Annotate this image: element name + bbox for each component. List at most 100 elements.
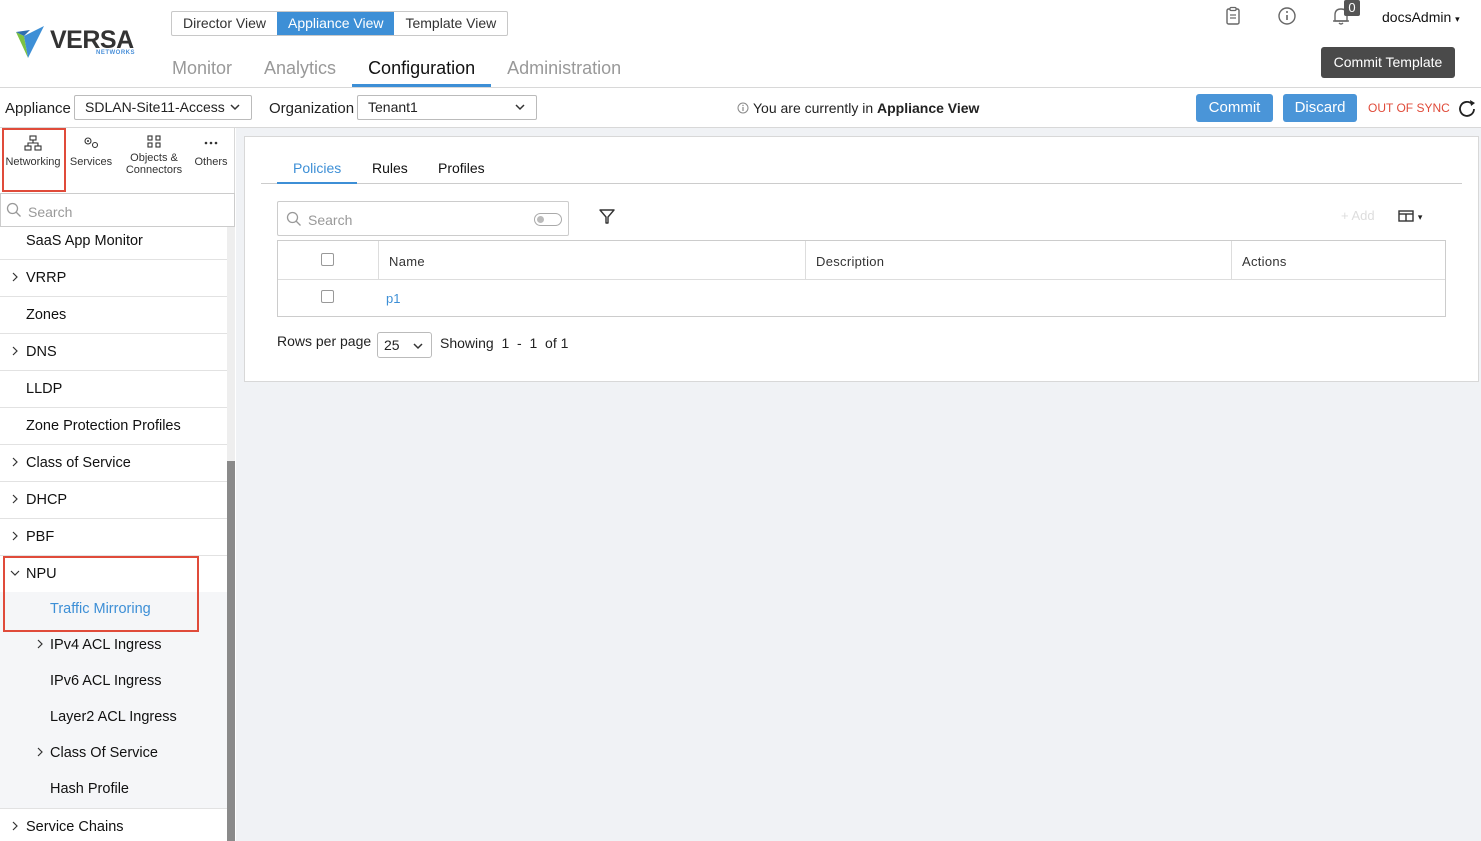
left-panel: Networking Services Objects & Connectors [0, 128, 235, 841]
search-toggle[interactable] [534, 213, 562, 226]
tree-item-saas-app-monitor[interactable]: SaaS App Monitor [0, 227, 227, 260]
more-dots-icon [204, 141, 218, 145]
filter-icon[interactable] [598, 208, 616, 226]
policies-search-placeholder: Search [308, 212, 353, 228]
logo-subtext: NETWORKS [96, 50, 135, 56]
policy-name-link[interactable]: p1 [386, 291, 400, 306]
view-info-message: You are currently in Appliance View [737, 100, 979, 116]
tree-item-layer2-acl-ingress[interactable]: Layer2 ACL Ingress [0, 700, 227, 736]
chevron-down-icon [413, 343, 423, 350]
left-search-placeholder: Search [28, 204, 73, 220]
chevron-right-icon [12, 531, 18, 541]
tab-connectors-label: Connectors [125, 164, 183, 176]
chevron-right-icon [37, 747, 43, 757]
appliance-select[interactable]: SDLAN-Site11-Access [74, 95, 252, 120]
user-name: docsAdmin [1382, 9, 1452, 25]
header-select-cell [278, 241, 379, 280]
left-scrollbar-thumb[interactable] [227, 461, 235, 841]
tab-objects-label: Objects & [130, 152, 178, 164]
tree-item-service-chains[interactable]: Service Chains [0, 809, 227, 841]
tree-item-ipv6-acl-ingress[interactable]: IPv6 ACL Ingress [0, 664, 227, 700]
column-chooser-button[interactable]: ▾ [1398, 209, 1422, 226]
tree-item-zones[interactable]: Zones [0, 297, 227, 334]
clipboard-icon[interactable] [1222, 5, 1244, 27]
column-header-description[interactable]: Description [806, 241, 1232, 280]
highlight-box-networking [2, 128, 66, 192]
caret-down-icon: ▾ [1417, 212, 1423, 222]
row-checkbox[interactable] [321, 290, 334, 303]
tree-item-dhcp[interactable]: DHCP [0, 482, 227, 519]
tree-item-vrrp[interactable]: VRRP [0, 260, 227, 297]
tab-objects-connectors[interactable]: Objects & Connectors [122, 134, 186, 176]
chevron-right-icon [12, 494, 18, 504]
pagination-showing: Showing 1 - 1 of 1 [440, 335, 569, 351]
tree-item-zone-protection-profiles[interactable]: Zone Protection Profiles [0, 408, 227, 445]
organization-select[interactable]: Tenant1 [357, 95, 537, 120]
appliance-label: Appliance [5, 100, 71, 117]
select-all-checkbox[interactable] [321, 253, 334, 266]
template-view-button[interactable]: Template View [394, 12, 507, 35]
appliance-value: SDLAN-Site11-Access [85, 99, 225, 115]
tree-item-dns[interactable]: DNS [0, 334, 227, 371]
tab-services-label: Services [69, 156, 113, 168]
nav-monitor[interactable]: Monitor [172, 58, 232, 87]
info-view-name: Appliance View [877, 100, 980, 116]
tab-others[interactable]: Others [190, 134, 232, 168]
discard-button[interactable]: Discard [1283, 94, 1357, 122]
tree-item-class-of-service[interactable]: Class of Service [0, 445, 227, 482]
gears-icon [84, 137, 99, 149]
tab-rules[interactable]: Rules [372, 160, 408, 184]
user-menu[interactable]: docsAdmin ▾ [1382, 9, 1460, 25]
tree-item-npu-class-of-service[interactable]: Class Of Service [0, 736, 227, 772]
add-button[interactable]: + Add [1341, 208, 1375, 223]
nav-administration[interactable]: Administration [507, 58, 621, 87]
organization-value: Tenant1 [368, 99, 418, 115]
tab-others-label: Others [194, 156, 228, 168]
refresh-icon[interactable] [1457, 98, 1477, 118]
info-icon [737, 102, 749, 114]
chevron-right-icon [12, 346, 18, 356]
notification-badge: 0 [1344, 0, 1360, 16]
director-view-button[interactable]: Director View [172, 12, 277, 35]
nav-configuration[interactable]: Configuration [352, 58, 492, 87]
column-header-actions: Actions [1242, 254, 1287, 269]
info-prefix: You are currently in [753, 100, 877, 116]
tree-item-pbf[interactable]: PBF [0, 519, 227, 556]
chevron-down-icon [515, 104, 525, 111]
tab-profiles[interactable]: Profiles [438, 160, 485, 184]
tab-policies[interactable]: Policies [277, 160, 358, 184]
commit-template-button[interactable]: Commit Template [1321, 47, 1455, 78]
rows-per-page-value: 25 [384, 337, 400, 353]
grid-icon [147, 135, 161, 148]
content-tabs: Policies Rules Profiles [261, 156, 1462, 184]
rows-per-page-label: Rows per page [277, 333, 372, 349]
app-header: VERSA NETWORKS Director View Appliance V… [0, 0, 1481, 88]
left-search-input[interactable]: Search [0, 193, 235, 227]
policies-search-input[interactable]: Search [277, 201, 569, 236]
rows-per-page-select[interactable]: 25 [377, 332, 432, 358]
search-icon [286, 211, 301, 226]
tree-item-lldp[interactable]: LLDP [0, 371, 227, 408]
organization-label: Organization [269, 100, 355, 117]
appliance-view-button[interactable]: Appliance View [277, 12, 395, 35]
view-switch: Director View Appliance View Template Vi… [171, 11, 509, 36]
nav-analytics[interactable]: Analytics [264, 58, 336, 87]
highlight-box-npu [3, 556, 199, 632]
main-nav: Monitor Analytics Configuration Administ… [172, 58, 653, 88]
tree-item-ipv4-acl-ingress[interactable]: IPv4 ACL Ingress [0, 628, 227, 664]
chevron-right-icon [12, 457, 18, 467]
versa-logo-icon [16, 26, 44, 58]
table-header-row: Name Description Actions [278, 241, 1445, 280]
tree-item-hash-profile[interactable]: Hash Profile [0, 772, 227, 809]
info-icon[interactable] [1276, 5, 1298, 27]
sync-status: OUT OF SYNC [1368, 101, 1450, 115]
chevron-right-icon [12, 272, 18, 282]
commit-button[interactable]: Commit [1196, 94, 1273, 122]
versa-logo: VERSA NETWORKS [14, 22, 135, 62]
search-icon [6, 202, 21, 217]
column-header-name[interactable]: Name [379, 241, 806, 280]
columns-icon [1398, 210, 1414, 222]
caret-down-icon: ▾ [1455, 14, 1460, 24]
policies-table: Name Description Actions p1 [277, 240, 1446, 317]
tab-services[interactable]: Services [66, 134, 116, 168]
